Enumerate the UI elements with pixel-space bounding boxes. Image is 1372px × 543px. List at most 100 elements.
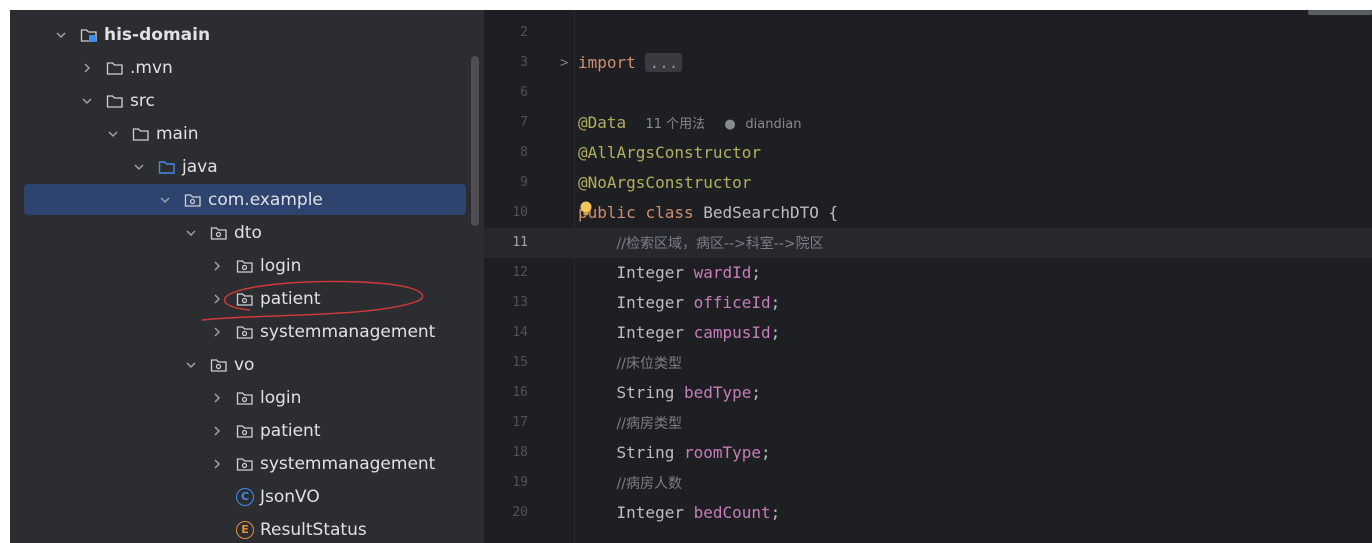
- folder-icon: [106, 93, 124, 109]
- tree-item-vo[interactable]: vo: [10, 348, 484, 381]
- code-editor[interactable]: 2 3 > import ... 6 7 @Data 11 个用法 ● dian…: [484, 10, 1372, 543]
- tree-item-dto-systemmanagement[interactable]: systemmanagement: [10, 315, 484, 348]
- package-icon: [236, 423, 254, 439]
- type-name: Integer: [616, 263, 684, 282]
- editor-scrollbar[interactable]: [1308, 10, 1372, 15]
- package-icon: [236, 390, 254, 406]
- comment: //病房类型: [616, 416, 682, 432]
- source-folder-icon: [158, 159, 176, 175]
- code-line: 7 @Data 11 个用法 ● diandian: [484, 108, 1372, 138]
- package-icon: [236, 258, 254, 274]
- type-name: Integer: [616, 503, 684, 522]
- keyword: import: [578, 53, 636, 72]
- tree-item-vo-systemmanagement[interactable]: systemmanagement: [10, 447, 484, 480]
- tree-item-vo-login[interactable]: login: [10, 381, 484, 414]
- chevron-down-icon[interactable]: [106, 127, 120, 141]
- line-number: 13: [512, 295, 528, 310]
- chevron-right-icon[interactable]: [210, 424, 224, 438]
- class-name: BedSearchDTO {: [703, 203, 839, 222]
- tree-item-label: main: [156, 123, 199, 144]
- annotation: @NoArgsConstructor: [578, 173, 752, 192]
- author-hint[interactable]: diandian: [745, 117, 801, 132]
- code-line: 18 String roomType;: [484, 438, 1372, 468]
- code-line: 20 Integer bedCount;: [484, 498, 1372, 528]
- tree-item-com-example[interactable]: com.example: [10, 183, 484, 216]
- line-number: 8: [520, 145, 528, 160]
- type-name: String: [616, 383, 675, 402]
- chevron-down-icon[interactable]: [54, 28, 68, 42]
- chevron-right-icon[interactable]: [210, 259, 224, 273]
- tree-item-label: login: [260, 387, 302, 408]
- field-name: bedType: [683, 383, 752, 402]
- tree-item-vo-patient[interactable]: patient: [10, 414, 484, 447]
- tree-item-src[interactable]: src: [10, 84, 484, 117]
- fold-chevron-icon[interactable]: >: [560, 48, 568, 78]
- chevron-down-icon[interactable]: [132, 160, 146, 174]
- line-number: 18: [512, 445, 528, 460]
- tree-item-label: ResultStatus: [260, 519, 367, 540]
- tree-item-label: java: [182, 156, 218, 177]
- code-line: 19 //病房人数: [484, 468, 1372, 498]
- line-number: 12: [512, 265, 528, 280]
- field-name: roomType: [683, 443, 762, 462]
- keyword: class: [645, 203, 694, 222]
- line-number: 16: [512, 385, 528, 400]
- code-line: 16 String bedType;: [484, 378, 1372, 408]
- tree-item-label: .mvn: [130, 57, 173, 78]
- package-icon: [210, 225, 228, 241]
- chevron-down-icon[interactable]: [158, 193, 172, 207]
- chevron-right-icon[interactable]: [210, 391, 224, 405]
- chevron-right-icon[interactable]: [210, 457, 224, 471]
- tree-item-label: systemmanagement: [260, 321, 436, 342]
- lightbulb-icon[interactable]: [578, 200, 594, 218]
- line-number: 19: [512, 475, 528, 490]
- code-line: 10 public class BedSearchDTO {: [484, 198, 1372, 228]
- tree-item-label: systemmanagement: [260, 453, 436, 474]
- tree-item-java[interactable]: java: [10, 150, 484, 183]
- line-number: 3: [520, 55, 528, 70]
- chevron-down-icon[interactable]: [184, 226, 198, 240]
- chevron-down-icon[interactable]: [80, 94, 94, 108]
- tree-item-his-domain[interactable]: his-domain: [10, 18, 484, 51]
- ide-window: his-domain .mvn src main java com.exampl…: [10, 10, 1372, 543]
- package-icon: [210, 357, 228, 373]
- tree-item-mvn[interactable]: .mvn: [10, 51, 484, 84]
- annotation: @Data: [578, 113, 627, 132]
- tree-item-jsonvo[interactable]: C JsonVO: [10, 480, 484, 513]
- chevron-right-icon[interactable]: [210, 325, 224, 339]
- type-name: String: [616, 443, 675, 462]
- line-number: 2: [520, 25, 528, 40]
- chevron-right-icon[interactable]: [80, 61, 94, 75]
- tree-item-dto[interactable]: dto: [10, 216, 484, 249]
- tree-item-resultstatus[interactable]: E ResultStatus: [10, 513, 484, 543]
- tree-item-label: his-domain: [104, 24, 211, 45]
- comment: //病房人数: [616, 476, 682, 492]
- type-name: Integer: [616, 293, 684, 312]
- line-number: 11: [512, 235, 528, 250]
- line-number: 6: [520, 85, 528, 100]
- code-line: 2: [484, 18, 1372, 48]
- field-name: officeId: [693, 293, 771, 312]
- code-line: 14 Integer campusId;: [484, 318, 1372, 348]
- code-line: 17 //病房类型: [484, 408, 1372, 438]
- module-folder-icon: [80, 27, 98, 43]
- usages-hint[interactable]: 11 个用法: [645, 117, 705, 132]
- tree-item-label: src: [130, 90, 155, 111]
- field-name: campusId: [693, 323, 771, 342]
- line-number: 17: [512, 415, 528, 430]
- folded-region[interactable]: ...: [645, 53, 683, 72]
- line-number: 15: [512, 355, 528, 370]
- tree-item-label: login: [260, 255, 302, 276]
- tree-item-label: com.example: [208, 189, 323, 210]
- folder-icon: [132, 126, 150, 142]
- field-name: wardId: [693, 263, 752, 282]
- line-number: 9: [520, 175, 528, 190]
- type-name: Integer: [616, 323, 684, 342]
- tree-item-label: patient: [260, 420, 321, 441]
- tree-item-main[interactable]: main: [10, 117, 484, 150]
- folder-icon: [106, 60, 124, 76]
- package-icon: [184, 192, 202, 208]
- line-number: 10: [512, 205, 528, 220]
- chevron-down-icon[interactable]: [184, 358, 198, 372]
- line-number: 14: [512, 325, 528, 340]
